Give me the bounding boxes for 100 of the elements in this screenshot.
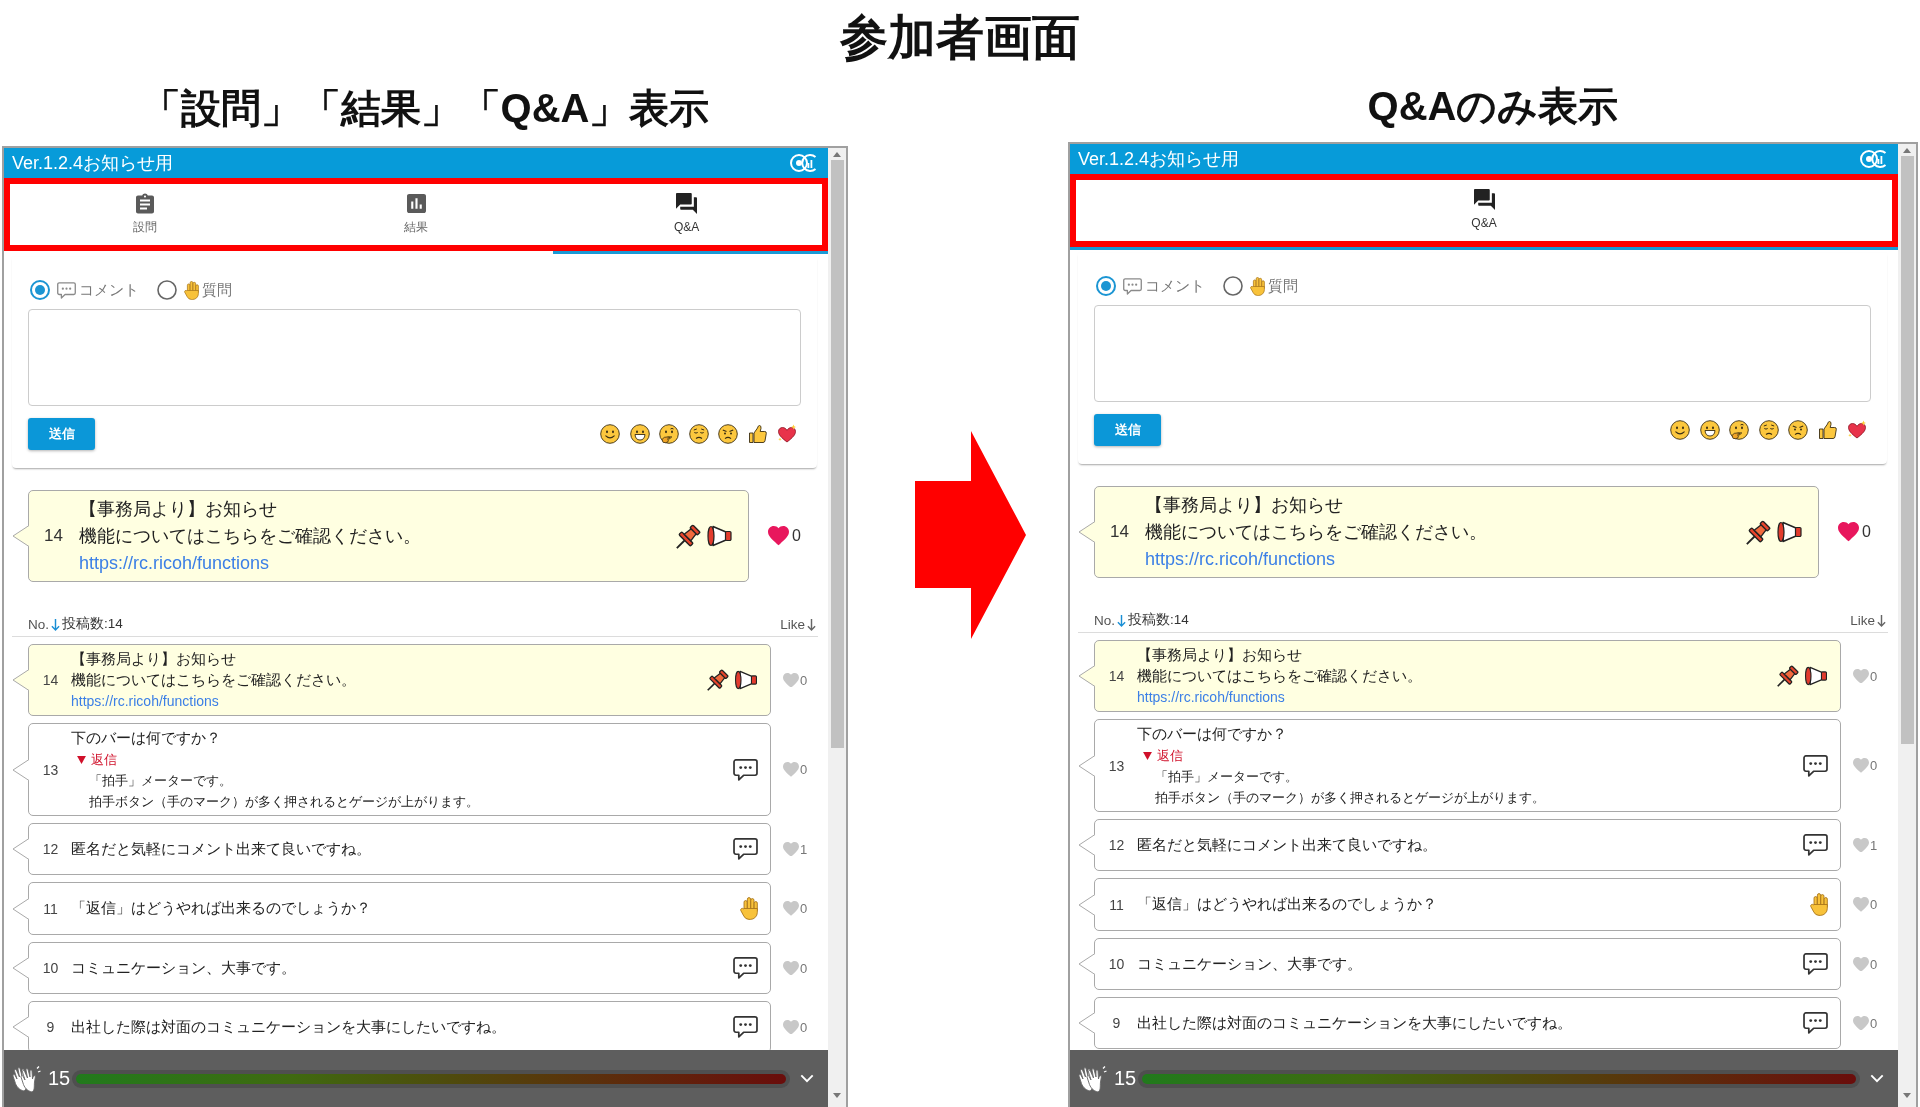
post-text: 「返信」はどうやれば出来るのでしょうか？ [1137,896,1437,912]
post-number: 14 [44,526,63,546]
like-count: 0 [800,672,808,688]
option-label[interactable]: コメント [1145,276,1205,296]
app-title: Ver.1.2.4お知らせ用 [1078,148,1240,171]
page-title: 参加者画面 [840,11,1080,64]
post-number: 11 [42,900,59,917]
like-count: 0 [1870,956,1878,972]
post-link[interactable]: https://rc.ricoh/functions [1137,688,1285,705]
reply-toggle[interactable]: 返信 [71,749,117,770]
post-number: 12 [1107,837,1126,853]
megaphone-icon [1776,521,1803,543]
scrollbar-thumb[interactable] [830,160,844,748]
sort-button[interactable]: No. [28,616,60,632]
post-text: 下のバーは何ですか？ [71,729,221,746]
grinning-face-icon[interactable] [629,424,650,444]
post-text: 機能についてはこちらをご確認ください。 [71,671,356,688]
reply-text: 「拍手」メーターです。 [89,772,232,788]
like-count: 0 [1870,1015,1878,1031]
post-link[interactable]: https://rc.ricoh/functions [78,552,269,573]
send-button[interactable]: 送信 [28,418,95,450]
radio-button[interactable] [1096,276,1116,296]
panel-caption: 「設問」「結果」「Q&A」表示 [140,84,710,132]
chevron-down-icon[interactable] [800,1074,814,1083]
raised-hand-icon [1250,276,1265,296]
sad-face-icon[interactable] [688,424,709,444]
angry-face-icon[interactable] [718,424,738,444]
radio-button[interactable] [157,280,177,300]
comment-input[interactable] [28,309,801,406]
sort-button[interactable]: Like [1850,612,1886,628]
smiling-face-icon[interactable] [1670,420,1690,440]
tab[interactable]: 結果 [280,184,552,245]
post-number: 14 [1110,522,1129,542]
logo-icon [790,152,818,174]
scroll-up-arrow-icon[interactable] [1903,148,1911,153]
thinking-face-icon[interactable] [659,424,679,444]
post-text: 【事務局より】お知らせ [78,498,277,519]
post-text: コミュニケーション、大事です。 [1137,955,1362,972]
tab[interactable]: 設問 [10,184,281,245]
speech-bubble-icon [1123,277,1142,295]
option-label[interactable]: 質問 [202,280,232,300]
post-text: 機能についてはこちらをご確認ください。 [1137,667,1422,684]
thinking-face-icon[interactable] [1729,420,1749,440]
scroll-up-arrow-icon[interactable] [833,152,841,157]
speech-bubble-icon [733,957,758,979]
tab[interactable]: Q&A [1076,180,1892,241]
post-text: 出社した際は対面のコミュニケーションを大事にしたいですね。 [1137,1014,1572,1031]
post-count: 投稿数:14 [62,615,123,633]
post-number: 11 [1108,896,1125,913]
speech-bubble-icon [733,838,758,860]
tab[interactable]: Q&A [551,184,822,245]
angry-face-icon[interactable] [1788,420,1808,440]
pushpin-icon [1777,665,1799,687]
clap-count: 15 [1114,1067,1134,1090]
chevron-down-icon[interactable] [1870,1074,1884,1083]
sparkling-heart-icon[interactable] [777,424,797,444]
send-button[interactable]: 送信 [1094,414,1161,446]
scrollbar-thumb[interactable] [1900,156,1914,744]
grinning-face-icon[interactable] [1699,420,1720,440]
chat-bubbles-icon [676,193,698,214]
thumbs-up-icon[interactable] [747,424,768,444]
post-text: 出社した際は対面のコミュニケーションを大事にしたいですね。 [71,1018,506,1035]
scrollbar[interactable] [828,148,846,1107]
chat-bubbles-icon [1473,189,1495,210]
post-link[interactable]: https://rc.ricoh/functions [71,692,219,709]
smiling-face-icon[interactable] [600,424,620,444]
sort-button[interactable]: Like [780,616,816,632]
like-count: 0 [800,762,808,777]
like-count: 0 [1870,897,1878,912]
post-number: 9 [45,1019,56,1035]
scrollbar[interactable] [1898,144,1916,1107]
post-text: 機能についてはこちらをご確認ください。 [1144,521,1487,542]
post-text: 【事務局より】お知らせ [71,650,236,667]
option-label[interactable]: コメント [79,280,139,300]
pushpin-icon [1746,519,1771,545]
sparkling-heart-icon[interactable] [1847,420,1867,440]
option-label[interactable]: 質問 [1268,276,1298,296]
reply-toggle[interactable]: 返信 [1137,745,1183,766]
speech-bubble-icon [733,1016,758,1038]
clapping-hands-icon[interactable] [1077,1064,1107,1093]
heart-icon[interactable] [1838,522,1859,542]
radio-button[interactable] [1223,276,1243,296]
post-text: 下のバーは何ですか？ [1137,725,1287,742]
post-link[interactable]: https://rc.ricoh/functions [1144,548,1335,569]
like-count: 0 [800,960,808,976]
sort-button[interactable]: No. [1094,612,1126,628]
pushpin-icon [676,523,701,549]
like-count: 0 [800,1019,808,1035]
bar-chart-icon [406,193,426,214]
scroll-down-arrow-icon[interactable] [833,1093,841,1098]
speech-bubble-icon [1803,953,1828,975]
sad-face-icon[interactable] [1758,420,1779,440]
speech-bubble-icon [1803,754,1828,777]
clapping-hands-icon[interactable] [11,1064,41,1093]
thumbs-up-icon[interactable] [1817,420,1838,440]
radio-button[interactable] [30,280,50,300]
comment-input[interactable] [1094,305,1871,402]
heart-icon[interactable] [768,526,789,546]
post-text: 【事務局より】お知らせ [1137,646,1302,663]
scroll-down-arrow-icon[interactable] [1903,1093,1911,1098]
